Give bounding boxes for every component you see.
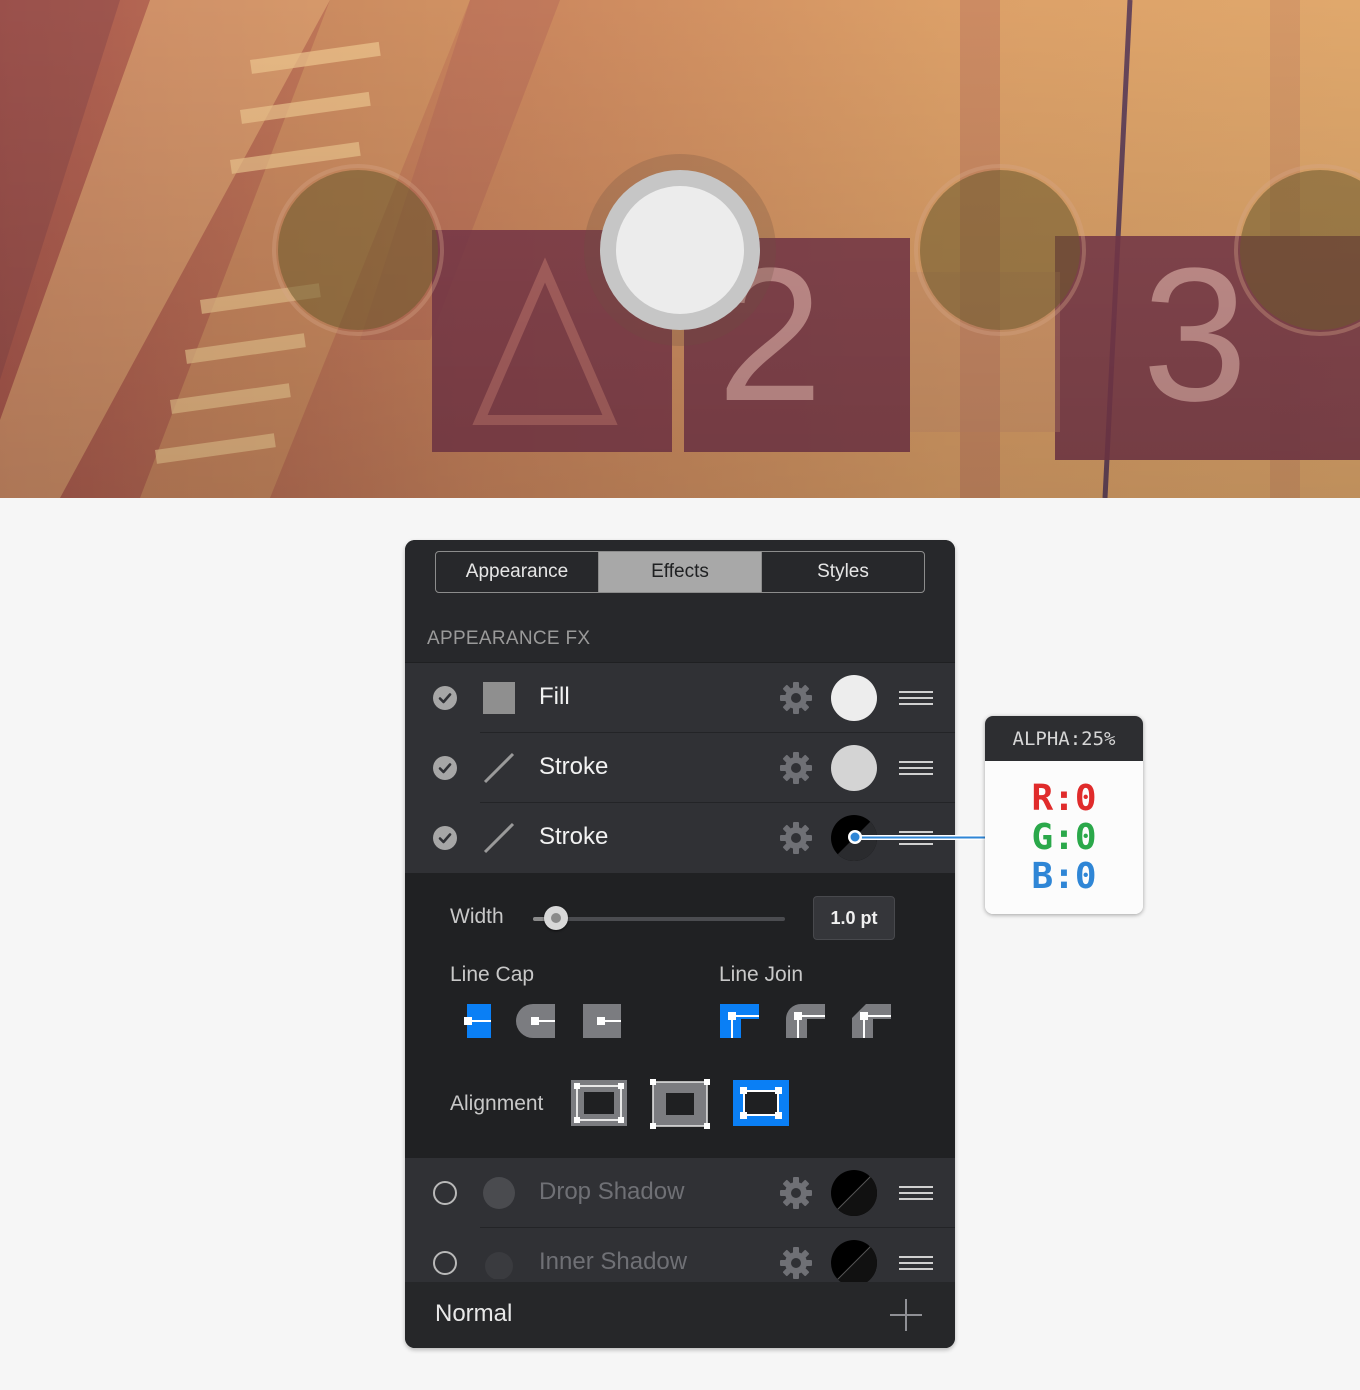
picker-dot-1[interactable] — [272, 164, 444, 336]
align-inside-icon[interactable] — [570, 1079, 628, 1127]
layer-label: Stroke — [539, 753, 609, 780]
line-icon — [483, 822, 515, 854]
drop-shadow-icon — [483, 1177, 515, 1209]
enabled-checkbox[interactable] — [433, 1181, 457, 1205]
panel-header: Appearance Effects Styles APPEARANCE FX — [405, 540, 955, 662]
drag-handle-icon[interactable] — [899, 690, 933, 706]
blend-mode-select[interactable]: Normal — [435, 1300, 512, 1328]
inner-shadow-icon — [485, 1252, 513, 1279]
color-swatch[interactable] — [831, 745, 877, 791]
drag-handle-icon[interactable] — [899, 1185, 933, 1201]
green-value: G:0 — [1031, 817, 1097, 858]
layer-row-stroke-1[interactable]: Stroke — [405, 733, 955, 803]
layer-label: Fill — [539, 683, 570, 710]
enabled-checkbox[interactable] — [433, 826, 457, 850]
tab-appearance[interactable]: Appearance — [436, 552, 599, 592]
enabled-checkbox[interactable] — [433, 756, 457, 780]
effect-label: Drop Shadow — [539, 1178, 685, 1205]
round-cap-icon[interactable] — [515, 1003, 557, 1039]
drag-handle-icon[interactable] — [899, 1255, 933, 1271]
checkmark-icon — [438, 833, 452, 844]
square-icon — [483, 682, 515, 714]
enabled-checkbox[interactable] — [433, 686, 457, 710]
tab-effects[interactable]: Effects — [599, 552, 762, 592]
line-join-label: Line Join — [719, 963, 804, 986]
tooltip-connector — [855, 835, 986, 840]
enabled-checkbox[interactable] — [433, 1251, 457, 1275]
align-center-icon[interactable] — [650, 1079, 710, 1129]
rgb-readout: R:0 G:0 B:0 — [985, 761, 1143, 914]
align-outside-icon[interactable] — [732, 1079, 790, 1127]
color-swatch-alpha[interactable] — [831, 1170, 877, 1216]
alpha-readout: ALPHA:25% — [985, 716, 1143, 761]
gear-icon[interactable] — [778, 1175, 814, 1211]
width-label: Width — [450, 905, 504, 928]
effect-label: Inner Shadow — [539, 1248, 688, 1275]
section-title: APPEARANCE FX — [427, 628, 591, 649]
alignment-label: Alignment — [450, 1092, 544, 1115]
red-value: R:0 — [1031, 778, 1097, 819]
line-icon — [483, 752, 515, 784]
color-tooltip: ALPHA:25% R:0 G:0 B:0 — [985, 716, 1143, 914]
color-swatch[interactable] — [831, 675, 877, 721]
hero-photo: 2 3 — [0, 0, 1360, 498]
alpha-split-icon — [831, 1170, 877, 1216]
picker-dot-selected[interactable] — [584, 154, 776, 346]
station-signs-photo: 2 3 — [0, 0, 1360, 498]
gear-icon[interactable] — [778, 1245, 814, 1281]
color-swatch-alpha[interactable] — [831, 1240, 877, 1286]
add-icon[interactable] — [889, 1298, 923, 1332]
square-cap-icon[interactable] — [581, 1003, 623, 1039]
panel-footer: Normal — [405, 1282, 955, 1348]
checkmark-icon — [438, 763, 452, 774]
alpha-split-icon — [831, 1240, 877, 1286]
picker-dot-3[interactable] — [914, 164, 1086, 336]
tab-styles[interactable]: Styles — [762, 552, 924, 592]
line-cap-label: Line Cap — [450, 963, 535, 986]
appearance-panel: Appearance Effects Styles APPEARANCE FX … — [405, 540, 955, 1348]
layer-label: Stroke — [539, 823, 609, 850]
color-sample-point — [848, 830, 862, 844]
layer-row-fill[interactable]: Fill — [405, 663, 955, 733]
round-join-icon[interactable] — [785, 1003, 827, 1039]
bevel-join-icon[interactable] — [851, 1003, 893, 1039]
tab-bar: Appearance Effects Styles — [435, 551, 925, 593]
gear-icon[interactable] — [778, 820, 814, 856]
checkmark-icon — [438, 693, 452, 704]
effect-row-drop-shadow[interactable]: Drop Shadow — [405, 1158, 955, 1228]
gear-icon[interactable] — [778, 750, 814, 786]
drag-handle-icon[interactable] — [899, 760, 933, 776]
gear-icon[interactable] — [778, 680, 814, 716]
blue-value: B:0 — [1031, 856, 1097, 897]
width-slider-track[interactable] — [533, 917, 785, 921]
width-value-field[interactable]: 1.0 pt — [813, 896, 895, 940]
butt-cap-icon[interactable] — [463, 1003, 493, 1039]
miter-join-icon[interactable] — [719, 1003, 761, 1039]
